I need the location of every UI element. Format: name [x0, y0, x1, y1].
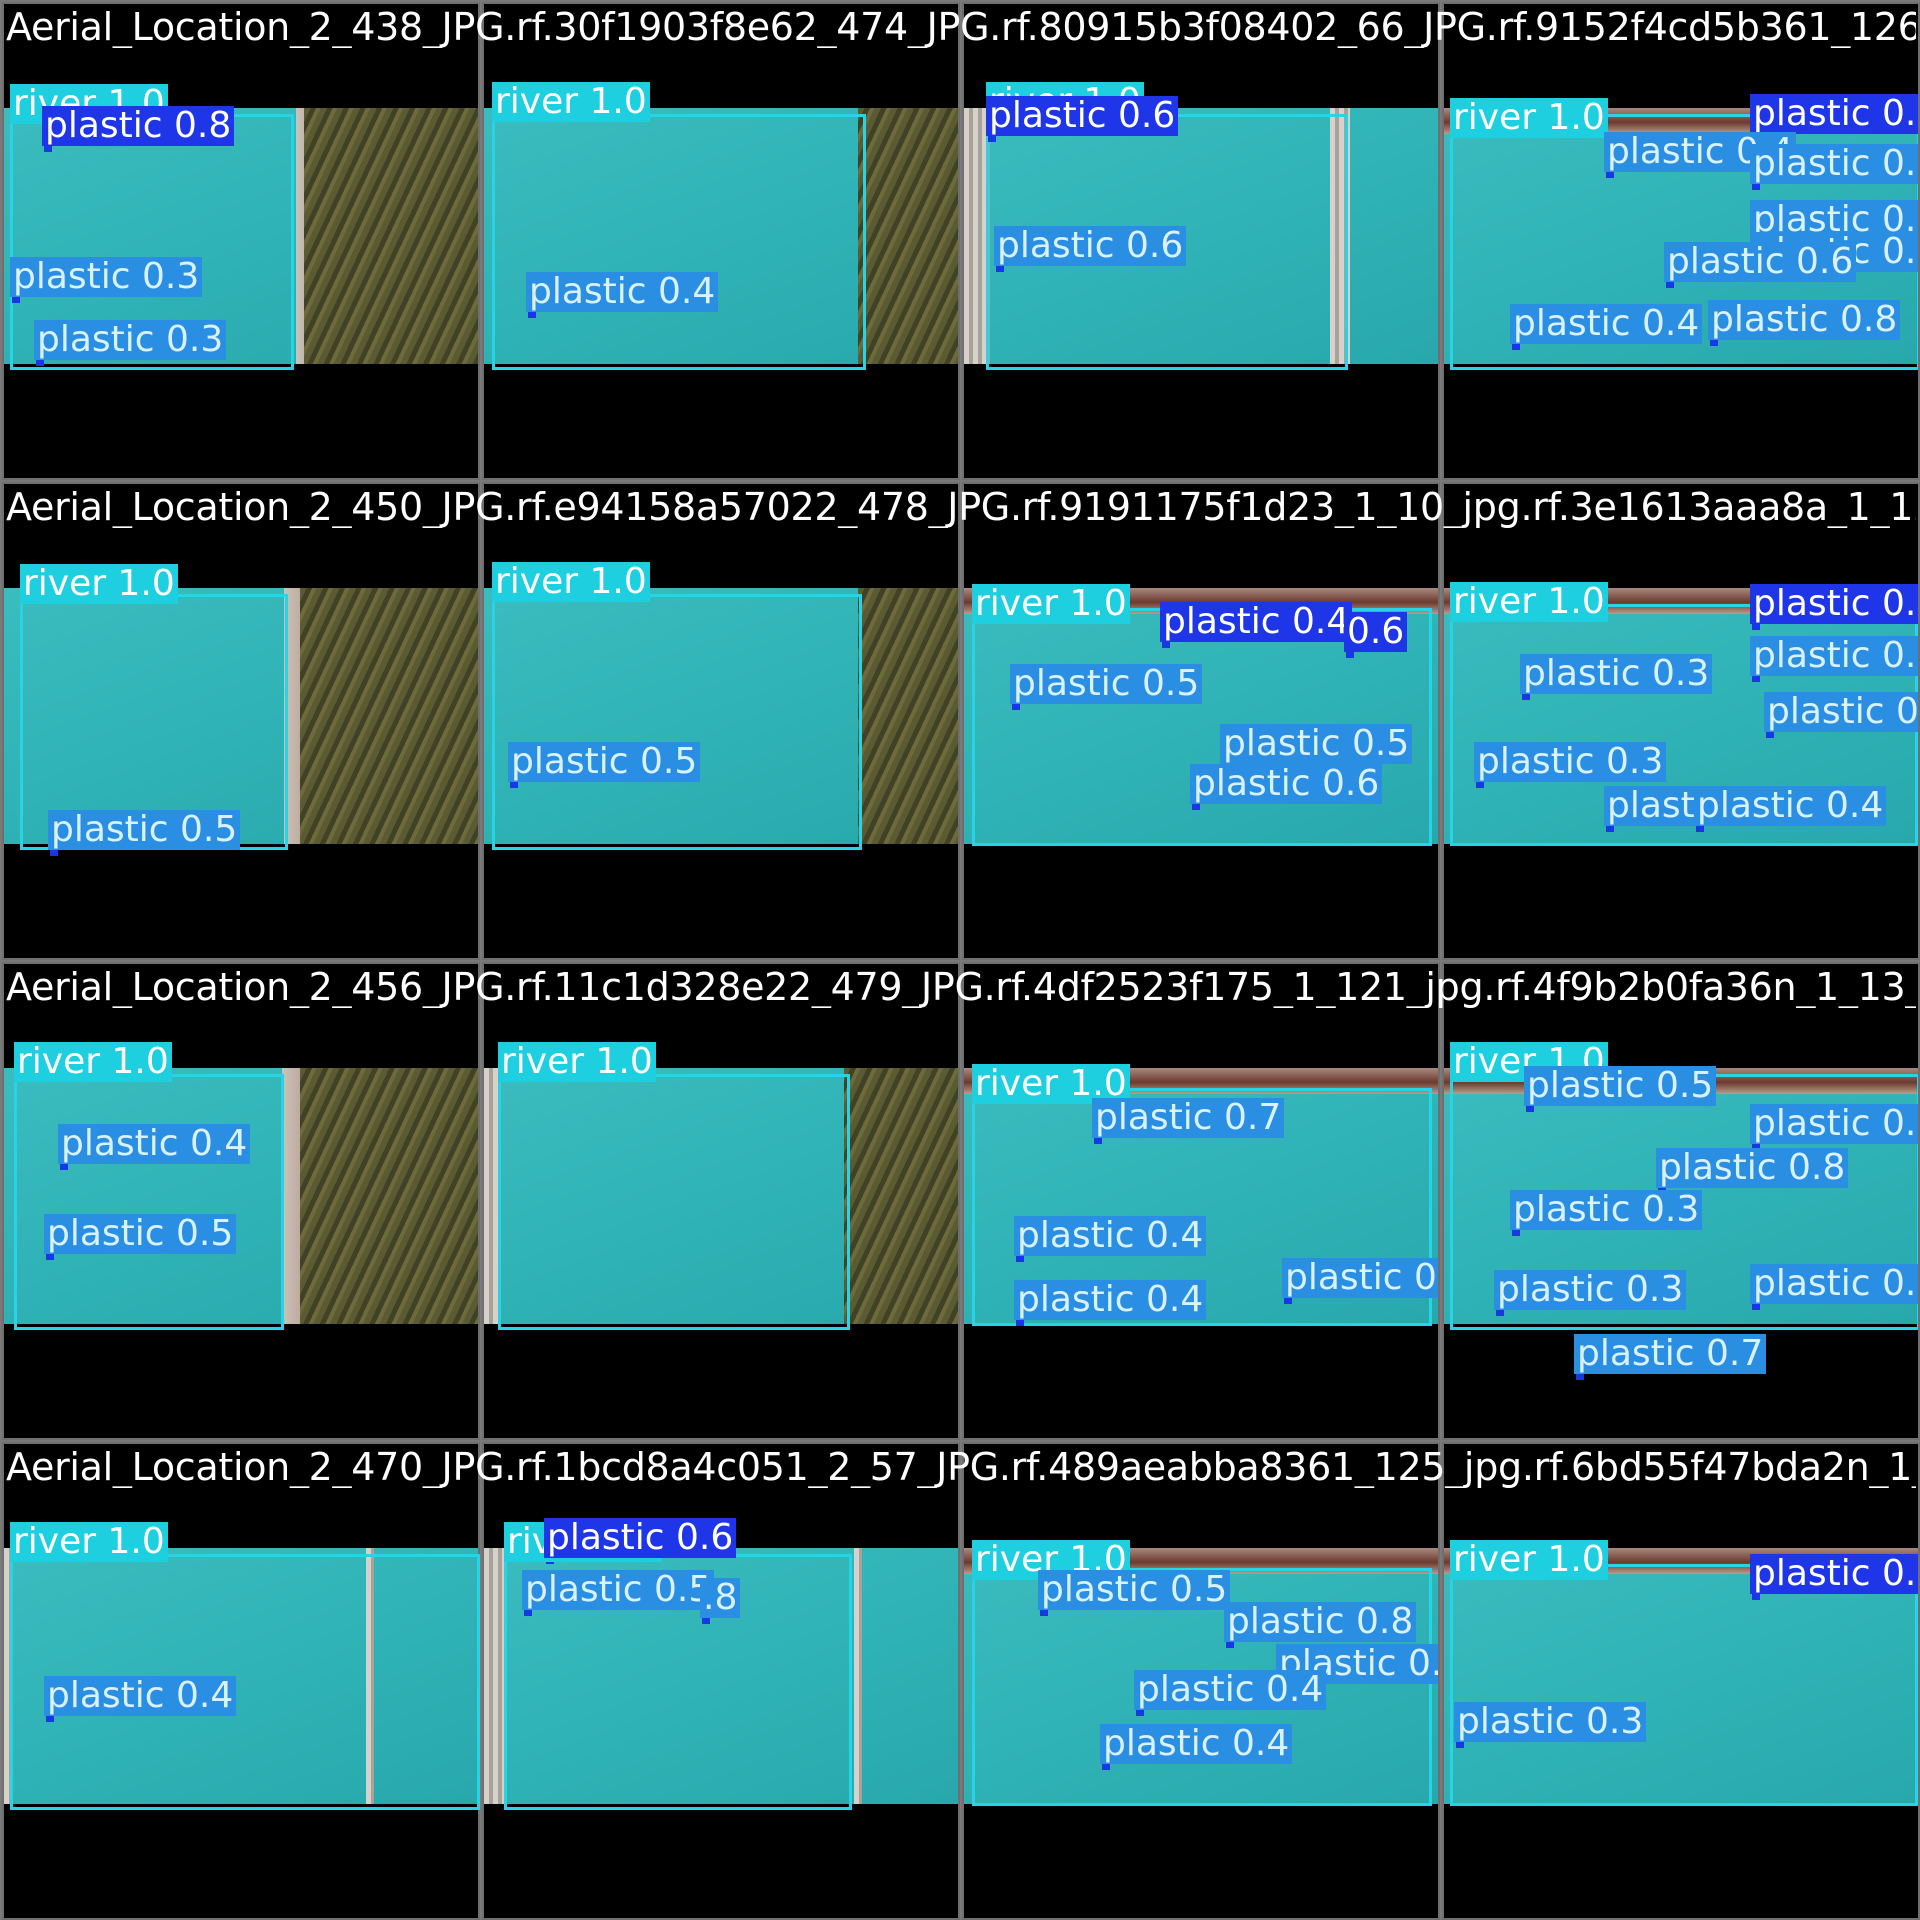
detection-tile: river 1.0 plastic 0.4 0.6 plastic 0.5 plasti… — [962, 482, 1440, 960]
plastic-label: plastic 0.6 — [994, 226, 1187, 266]
detection-tile: Aerial_Location_2_438_JPG.rf.30f1903f8e6… — [2, 2, 1916, 480]
plastic-label: plastic 0.5 — [1010, 664, 1203, 704]
plastic-label: plastic 0.4 — [1750, 584, 1918, 624]
plastic-label: 0.6 — [1344, 612, 1408, 652]
plastic-label: plastic 0.4 — [1014, 1216, 1207, 1256]
riverbank — [858, 108, 958, 364]
detection-tile: river 1.0plastic 0.6plastic 0.6 — [962, 2, 1440, 480]
plastic-label: plastic 0.3 — [1520, 654, 1713, 694]
river-label: river 1.0 — [492, 82, 650, 122]
river-label: river 1.0 — [14, 1042, 172, 1082]
plastic-label: plastic 0.7 — [1750, 144, 1918, 184]
detection-tile: river 1.0plastic 0.6plastic 0.5.8 — [482, 1442, 960, 1920]
plastic-label: plastic 0.5 — [1524, 1066, 1717, 1106]
plastic-label: plastic 0.4 — [1764, 692, 1918, 732]
detection-tile: river 1.0 — [482, 962, 960, 1440]
river-label: river 1.0 — [492, 562, 650, 602]
plastic-label: plastic 0.3 — [1750, 1264, 1918, 1304]
plastic-label: .8 — [700, 1578, 741, 1618]
riverbank — [484, 1068, 498, 1324]
river-bounding-box — [1450, 1564, 1918, 1806]
plastic-label: plastic 0.7 — [1092, 1098, 1285, 1138]
plastic-label: plastic 0.3 — [1474, 742, 1667, 782]
plastic-label: plastic 0.3 — [10, 257, 203, 297]
river-label: river 1.0 — [20, 564, 178, 604]
detection-tile: river 1.0 plastic 0.4 plastic 0.3 plastic 0… — [1442, 482, 1920, 960]
plastic-label: plastic 0.7 — [1574, 1334, 1767, 1374]
riverbank — [844, 1068, 958, 1324]
river-label: river 1.0 — [1450, 582, 1608, 622]
riverbank — [300, 588, 478, 844]
detection-tile: river 1.0 plastic 0.4 — [482, 2, 960, 480]
plastic-label: plastic 0.4 — [44, 1676, 237, 1716]
plastic-label: plastic 0.8 — [42, 106, 235, 146]
river-bounding-box — [14, 1074, 284, 1330]
riverbank — [858, 588, 958, 844]
riverbank — [484, 1548, 504, 1804]
plastic-label: plastic 0.3 — [1454, 1702, 1647, 1742]
plastic-label: plastic 0.4 — [1160, 602, 1353, 642]
plastic-label: plastic 0.4 — [526, 272, 719, 312]
detection-tile: river 1.0 plastic 0.8 plastic 0.3 — [1442, 1442, 1920, 1920]
detection-tile: river 1.0 plastic 0.5 plastic 0.8 plastic 0… — [962, 1442, 1440, 1920]
river-label: river 1.0 — [972, 584, 1130, 624]
plastic-label: plastic 0.3 — [34, 320, 227, 360]
detection-tile: Aerial_Location_2_456_JPG.rf.11c1d328e22… — [2, 962, 1916, 1440]
plastic-label: plastic 0.4 — [58, 1124, 251, 1164]
detection-tile: river 1.0 plastic 0.5 — [482, 482, 960, 960]
detection-tile: river 1.0plastic 0.5plastic 0.5plastic 0… — [1442, 962, 1920, 1440]
tile-title: Aerial_Location_2_456_JPG.rf.11c1d328e22… — [6, 966, 1916, 1008]
plastic-label: plastic 0.5 — [44, 1214, 237, 1254]
riverbank — [854, 1548, 862, 1804]
detection-tile: Aerial_Location_2_450_JPG.rf.e94158a5702… — [2, 482, 1916, 960]
plastic-label: plastic 0.4 — [1014, 1280, 1207, 1320]
plastic-label: plastic 0.6 — [1190, 764, 1383, 804]
river-label: river 1.0 — [10, 1522, 168, 1562]
river-label: river 1.0 — [1450, 98, 1608, 138]
detection-tile: river 1.0plastic 0.5plastic 0.4plastic 0… — [1442, 2, 1920, 480]
plastic-label: plastic 0.4 — [1694, 786, 1887, 826]
detection-tile: river 1.0 plastic 0.7 plastic 0.4 plastic 0… — [962, 962, 1440, 1440]
plastic-label: plastic 0.8 — [1656, 1148, 1849, 1188]
river-label: river 1.0 — [498, 1042, 656, 1082]
plastic-label: plastic 0.7 — [1750, 636, 1918, 676]
plastic-label: plastic 0.5 — [1750, 1104, 1918, 1144]
plastic-label: plastic 0.6 — [544, 1518, 737, 1558]
plastic-label: plastic 0.5 — [1038, 1570, 1231, 1610]
plastic-label: plastic 0.8 — [1750, 1554, 1918, 1594]
plastic-label: plastic 0.5 — [48, 810, 241, 850]
plastic-label: plastic 0.3 — [1510, 1190, 1703, 1230]
tile-title: Aerial_Location_2_470_JPG.rf.1bcd8a4c051… — [6, 1446, 1916, 1488]
plastic-label: plastic 0.5 — [522, 1570, 715, 1610]
plastic-label: plastic 0.5 — [1220, 724, 1413, 764]
plastic-label: plastic 0.8 — [1224, 1602, 1417, 1642]
river-bounding-box — [492, 114, 866, 370]
detection-tile: Aerial_Location_2_470_JPG.rf.1bcd8a4c051… — [2, 1442, 1916, 1920]
plastic-label: plastic 0.4 — [1282, 1258, 1438, 1298]
tile-title: Aerial_Location_2_438_JPG.rf.30f1903f8e6… — [6, 6, 1916, 48]
tile-title: Aerial_Location_2_450_JPG.rf.e94158a5702… — [6, 486, 1916, 528]
plastic-label: plastic 0.5 — [1750, 94, 1918, 134]
plastic-label: plastic 0.4 — [1510, 304, 1703, 344]
plastic-label: plastic 0.4 — [1134, 1670, 1327, 1710]
plastic-label: plastic 0.8 — [1708, 300, 1901, 340]
river-label: river 1.0 — [1450, 1540, 1608, 1580]
river-bounding-box — [492, 594, 862, 850]
riverbank — [300, 1068, 478, 1324]
plastic-label: plastic 0.3 — [1494, 1270, 1687, 1310]
riverbank — [304, 108, 478, 364]
detection-grid: Aerial_Location_2_438_JPG.rf.30f1903f8e6… — [0, 0, 1920, 1920]
river-bounding-box — [498, 1074, 850, 1330]
plastic-label: plastic 0.6 — [1664, 242, 1857, 282]
plastic-label: plastic 0.6 — [986, 96, 1179, 136]
plastic-label: plastic 0.5 — [508, 742, 701, 782]
plastic-label: plastic 0.4 — [1100, 1724, 1293, 1764]
